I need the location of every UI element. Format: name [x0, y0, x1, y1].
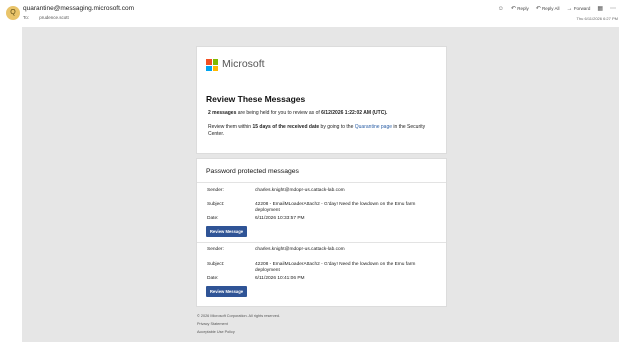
held-date: 6/12/2026 1:22:02 AM (UTC). — [321, 110, 388, 116]
sender-label: Sender: — [207, 188, 224, 193]
microsoft-logo-icon — [206, 59, 218, 71]
acceptable-use-link[interactable]: Acceptable Use Policy — [197, 330, 235, 334]
smiley-icon[interactable]: ☺ — [498, 6, 504, 12]
brand-name: Microsoft — [222, 58, 265, 70]
reply-all-button[interactable]: ↶ Reply All — [536, 5, 560, 12]
section-title: Password protected messages — [206, 168, 299, 175]
message-subject: 42208 - EmailMLoaderAttach2 - G'day! Nee… — [255, 262, 416, 273]
copyright: © 2026 Microsoft Corporation. All rights… — [197, 314, 280, 318]
divider — [197, 182, 446, 183]
protected-messages-card: Password protected messages Sender: char… — [196, 158, 447, 307]
email-header: Q quarantine@messaging.microsoft.com To:… — [0, 0, 624, 26]
more-icon[interactable]: ⋯ — [610, 5, 616, 12]
message-sender: charles.knight@mdopr-us.cattack-lab.com — [255, 247, 345, 252]
subject-label: Subject: — [207, 202, 225, 207]
page-title: Review These Messages — [206, 94, 306, 104]
sender-label: Sender: — [207, 247, 224, 252]
quarantine-page-link[interactable]: Quarantine page — [355, 124, 392, 130]
apps-icon[interactable]: ▦ — [597, 5, 603, 12]
date-label: Date: — [207, 276, 219, 281]
divider — [197, 242, 446, 243]
recipient-name[interactable]: prudence.scott — [39, 15, 69, 20]
message-subject: 42208 - EmailMLoaderAttach2 - G'day! Nee… — [255, 202, 416, 213]
reply-button[interactable]: ↶ Reply — [511, 5, 529, 12]
recipient-line: To: prudence.scott — [23, 15, 69, 20]
review-instructions: Review them within 15 days of the receiv… — [208, 124, 426, 137]
received-date: Thu 6/11/2026 6:27 PM — [576, 16, 618, 21]
message-date: 6/11/2026 10:33:57 PM — [255, 216, 305, 221]
sender-address[interactable]: quarantine@messaging.microsoft.com — [23, 5, 134, 12]
review-message-button[interactable]: Review Message — [206, 286, 247, 297]
to-label: To: — [23, 15, 30, 20]
reply-all-icon: ↶ — [535, 6, 541, 12]
forward-button[interactable]: → Forward — [567, 6, 591, 12]
message-count: 2 messages — [208, 110, 237, 116]
message-body: Microsoft Review These Messages 2 messag… — [22, 27, 619, 342]
message-sender: charles.knight@mdopr-us.cattack-lab.com — [255, 188, 345, 193]
message-date: 6/11/2026 10:41:06 PM — [255, 276, 305, 281]
privacy-statement-link[interactable]: Privacy Statement — [197, 322, 228, 326]
review-message-button[interactable]: Review Message — [206, 226, 247, 237]
forward-icon: → — [566, 5, 573, 12]
date-label: Date: — [207, 216, 219, 221]
message-actions: ☺ ↶ Reply ↶ Reply All → Forward ▦ ⋯ — [498, 5, 616, 13]
held-summary: 2 messages are being held for you to rev… — [208, 110, 388, 116]
sender-avatar[interactable]: Q — [6, 6, 20, 20]
subject-label: Subject: — [207, 262, 225, 267]
review-card: Microsoft Review These Messages 2 messag… — [196, 46, 447, 154]
reply-icon: ↶ — [510, 6, 516, 12]
